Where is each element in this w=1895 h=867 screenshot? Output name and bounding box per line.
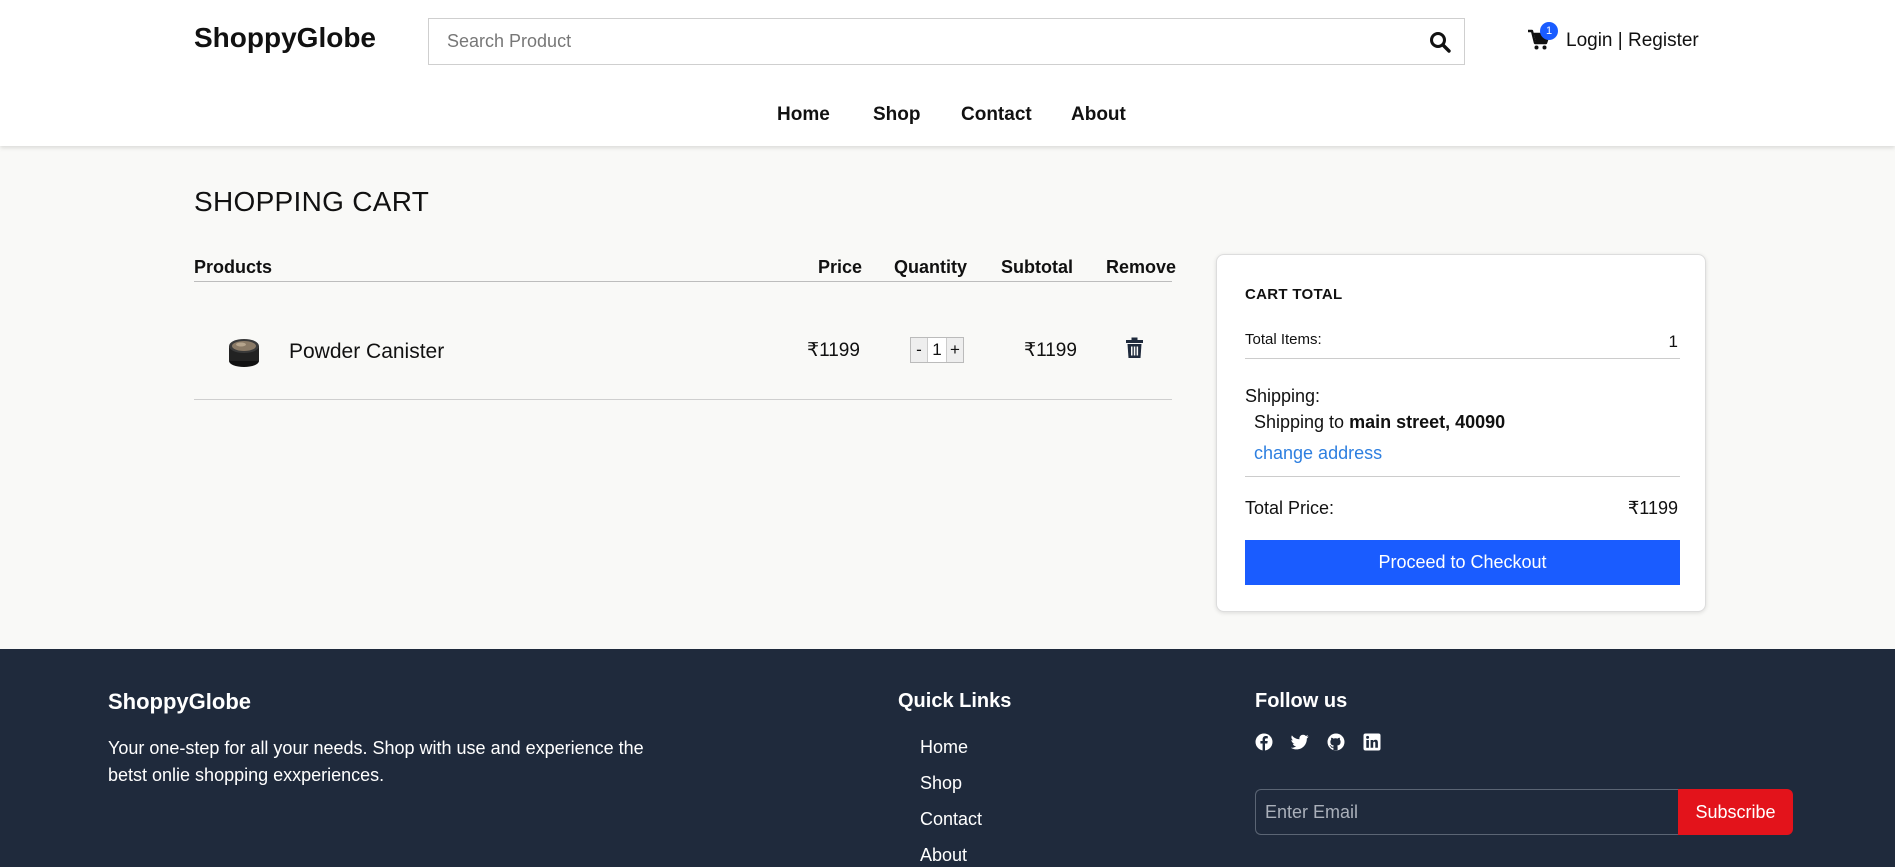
nav-shop[interactable]: Shop [873, 104, 921, 126]
site-header: ShoppyGlobe 1 Login | Register Home Shop… [0, 0, 1895, 146]
summary-divider [1245, 476, 1680, 477]
increase-quantity-button[interactable]: + [947, 338, 963, 362]
login-link[interactable]: Login [1566, 30, 1613, 51]
footer-link-contact[interactable]: Contact [920, 809, 982, 830]
page-title: SHOPPING CART [194, 186, 430, 217]
row-divider [194, 399, 1172, 400]
column-header-subtotal: Subtotal [1001, 257, 1073, 277]
footer-brand: ShoppyGlobe [108, 689, 251, 714]
site-footer: ShoppyGlobe Your one-step for all your n… [0, 649, 1895, 867]
subscribe-button[interactable]: Subscribe [1678, 789, 1793, 835]
summary-divider [1245, 358, 1680, 359]
follow-us-title: Follow us [1255, 690, 1348, 712]
footer-description: Your one-step for all your needs. Shop w… [108, 738, 644, 785]
product-subtotal: ₹1199 [1024, 340, 1077, 361]
total-items-value: 1 [1668, 332, 1678, 351]
quantity-stepper: - 1 + [910, 337, 964, 363]
column-header-quantity: Quantity [894, 257, 968, 277]
total-price-value: ₹1199 [1627, 498, 1678, 518]
nav-home[interactable]: Home [777, 104, 830, 126]
email-input[interactable] [1255, 789, 1679, 835]
total-price-label: Total Price: [1245, 498, 1335, 518]
cart-total-card: CART TOTAL Total Items: 1 Shipping: Ship… [1216, 254, 1706, 612]
shipping-prefix: Shipping to [1254, 412, 1345, 432]
nav-about[interactable]: About [1071, 104, 1126, 126]
total-items-label: Total Items: [1245, 331, 1322, 348]
shipping-address: main street, 40090 [1349, 412, 1506, 432]
column-header-products: Products [194, 257, 273, 277]
shipping-label: Shipping: [1245, 386, 1321, 406]
cart-total-title: CART TOTAL [1245, 286, 1343, 303]
search-bar [428, 18, 1465, 65]
footer-link-home[interactable]: Home [920, 737, 968, 758]
footer-link-shop[interactable]: Shop [920, 773, 962, 794]
facebook-icon[interactable] [1255, 733, 1273, 751]
decrease-quantity-button[interactable]: - [911, 338, 927, 362]
cart-count-badge: 1 [1540, 22, 1558, 40]
trash-icon[interactable] [1125, 337, 1144, 359]
change-address-link[interactable]: change address [1254, 443, 1382, 464]
column-header-remove: Remove [1106, 257, 1177, 277]
product-image [229, 339, 259, 367]
product-name[interactable]: Powder Canister [289, 340, 444, 364]
quantity-value[interactable]: 1 [927, 338, 947, 362]
shipping-info: Shipping to main street, 40090 [1254, 412, 1505, 433]
search-icon[interactable] [1428, 30, 1452, 54]
quick-links-title: Quick Links [898, 690, 1012, 712]
proceed-to-checkout-button[interactable]: Proceed to Checkout [1245, 540, 1680, 585]
github-icon[interactable] [1327, 733, 1345, 751]
site-logo[interactable]: ShoppyGlobe [194, 22, 376, 54]
twitter-icon[interactable] [1291, 733, 1309, 751]
auth-links: Login | Register [1566, 30, 1699, 52]
nav-contact[interactable]: Contact [961, 104, 1032, 126]
register-link[interactable]: Register [1628, 30, 1699, 51]
linkedin-icon[interactable] [1363, 733, 1381, 751]
product-price: ₹1199 [807, 340, 860, 361]
column-header-price: Price [818, 257, 863, 277]
auth-separator: | [1617, 30, 1623, 51]
header-divider [194, 281, 1172, 282]
footer-link-about[interactable]: About [920, 845, 967, 866]
search-input[interactable] [429, 19, 1409, 64]
